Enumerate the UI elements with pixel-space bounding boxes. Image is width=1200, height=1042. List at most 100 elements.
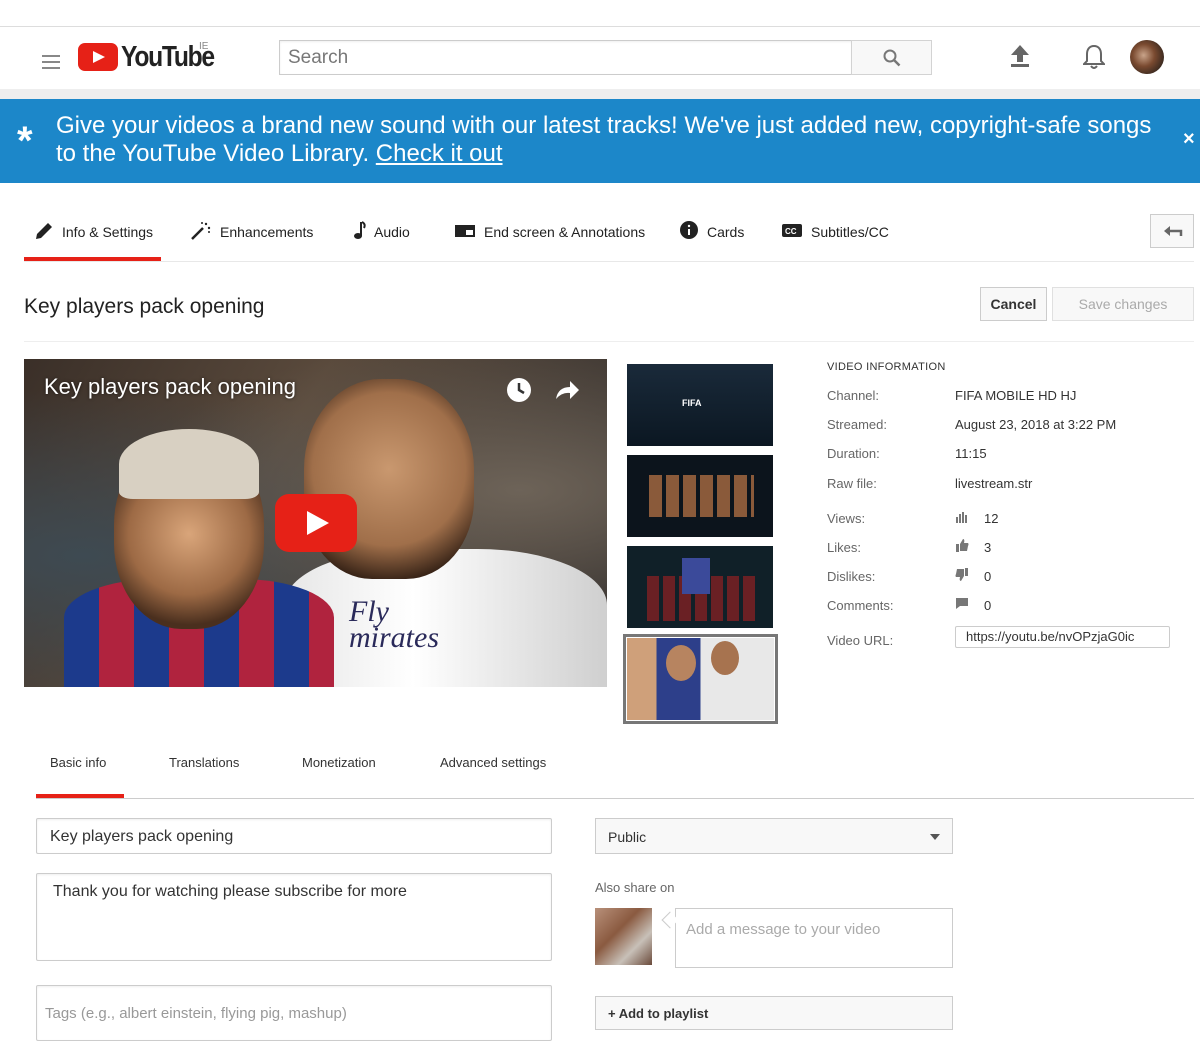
country-code: IE [199, 41, 209, 52]
cancel-button[interactable]: Cancel [980, 287, 1047, 321]
tab-label: Enhancements [220, 224, 314, 240]
page-title: Key players pack opening [24, 295, 265, 318]
thumbnail-image [649, 475, 754, 517]
editor-tabs: Info & Settings Enhancements Audio End s… [24, 213, 1194, 261]
tab-label: Info & Settings [62, 224, 154, 240]
duration-label: Duration: [827, 446, 880, 461]
views-icon [956, 512, 967, 523]
tab-subtitles[interactable]: CC Subtitles/CC [781, 213, 889, 261]
masthead: YouTube IE Search [0, 27, 1200, 89]
end-screen-icon [455, 225, 475, 237]
music-note-icon [354, 221, 366, 239]
thumbnail-image [682, 558, 710, 594]
views-value: 12 [984, 511, 999, 526]
thumbs-up-icon [956, 539, 969, 552]
thumbnail-option[interactable] [627, 455, 773, 537]
back-arrow-icon [1164, 226, 1183, 236]
video-url-field[interactable]: https://youtu.be/nvOPzjaG0ic [955, 626, 1170, 648]
thumbs-down-icon [955, 568, 968, 581]
banner-text: Give your videos a brand new sound with … [56, 112, 1166, 168]
title-divider [24, 341, 1194, 342]
comment-icon [956, 598, 968, 609]
svg-text:CC: CC [785, 227, 797, 236]
likes-value: 3 [984, 540, 992, 555]
play-button[interactable] [275, 494, 357, 552]
raw-file-label: Raw file: [827, 476, 877, 491]
thumbnail-option-selected[interactable] [623, 634, 778, 724]
privacy-value: Public [608, 829, 647, 845]
save-changes-button[interactable]: Save changes [1052, 287, 1194, 321]
raw-file-value: livestream.str [955, 476, 1033, 491]
tab-translations[interactable]: Translations [169, 744, 239, 799]
tab-info-settings[interactable]: Info & Settings [24, 213, 161, 261]
thumbnail-option[interactable] [627, 546, 773, 628]
avatar[interactable] [1130, 40, 1164, 74]
tab-enhancements[interactable]: Enhancements [190, 213, 313, 261]
play-logo-icon [78, 43, 118, 71]
cc-icon: CC [782, 224, 802, 237]
dislikes-label: Dislikes: [827, 569, 876, 584]
search-input[interactable]: Search [279, 40, 852, 75]
share-avatar [595, 908, 652, 965]
player-title: Key players pack opening [44, 374, 296, 399]
sub-tabs-divider [36, 798, 1194, 799]
star-icon: * [17, 119, 33, 163]
video-info-heading: VIDEO INFORMATION [827, 361, 946, 373]
comments-label: Comments: [827, 598, 894, 613]
privacy-select[interactable]: Public [595, 818, 953, 854]
magic-wand-icon [191, 222, 211, 240]
views-label: Views: [827, 511, 866, 526]
share-icon[interactable] [554, 379, 580, 401]
tab-label: Audio [374, 224, 410, 240]
streamed-value: August 23, 2018 at 3:22 PM [955, 417, 1117, 432]
fifa-logo: FIFA [682, 398, 702, 408]
banner-link[interactable]: Check it out [376, 140, 503, 167]
banner-message: Give your videos a brand new sound with … [56, 112, 1152, 167]
video-url-label: Video URL: [827, 633, 894, 648]
search-button[interactable] [851, 40, 932, 75]
back-button[interactable] [1150, 214, 1194, 248]
thumbnail-image [666, 645, 696, 681]
tags-input[interactable]: Tags (e.g., albert einstein, flying pig,… [36, 985, 552, 1041]
youtube-logo[interactable]: YouTube IE [78, 41, 230, 72]
tab-label: End screen & Annotations [484, 224, 646, 240]
pencil-icon [36, 223, 52, 239]
channel-value: FIFA MOBILE HD HJ [955, 388, 1077, 403]
player-frame-hair [119, 429, 259, 499]
menu-icon[interactable] [42, 55, 60, 69]
thumbnail-image [627, 638, 774, 720]
thumbnail-option[interactable]: FIFA [627, 364, 773, 446]
tabs-divider [24, 261, 1194, 262]
dislikes-value: 0 [984, 569, 992, 584]
channel-label: Channel: [827, 388, 880, 403]
close-icon[interactable]: × [1183, 128, 1195, 151]
streamed-label: Streamed: [827, 417, 887, 432]
caret-down-icon [930, 834, 940, 840]
bell-icon[interactable] [1083, 44, 1105, 70]
tab-end-screen[interactable]: End screen & Annotations [454, 213, 645, 261]
description-textarea[interactable]: Thank you for watching please subscribe … [36, 873, 552, 961]
also-share-label: Also share on [595, 880, 675, 895]
header-shadow [0, 89, 1200, 99]
upload-icon[interactable] [1010, 44, 1030, 68]
shirt-sponsor-text: Fly mirates [349, 595, 439, 654]
duration-value: 11:15 [955, 446, 987, 461]
tab-monetization[interactable]: Monetization [302, 744, 376, 799]
search-icon [883, 49, 901, 67]
share-message-input[interactable]: Add a message to your video [675, 908, 953, 968]
tab-label: Subtitles/CC [811, 224, 889, 240]
tab-advanced-settings[interactable]: Advanced settings [440, 744, 546, 799]
info-icon [680, 221, 698, 239]
add-to-playlist-button[interactable]: + Add to playlist [595, 996, 953, 1030]
thumbnail-image [711, 641, 739, 675]
watch-later-icon[interactable] [506, 377, 532, 403]
comments-value: 0 [984, 598, 992, 613]
title-input[interactable]: Key players pack opening [36, 818, 552, 854]
video-player[interactable]: Fly mirates Key players pack opening [24, 359, 607, 687]
promo-banner: * Give your videos a brand new sound wit… [0, 99, 1200, 183]
tab-audio[interactable]: Audio [352, 213, 410, 261]
likes-label: Likes: [827, 540, 861, 555]
tab-label: Cards [707, 224, 745, 240]
tab-basic-info[interactable]: Basic info [36, 744, 124, 799]
tab-cards[interactable]: Cards [679, 213, 744, 261]
